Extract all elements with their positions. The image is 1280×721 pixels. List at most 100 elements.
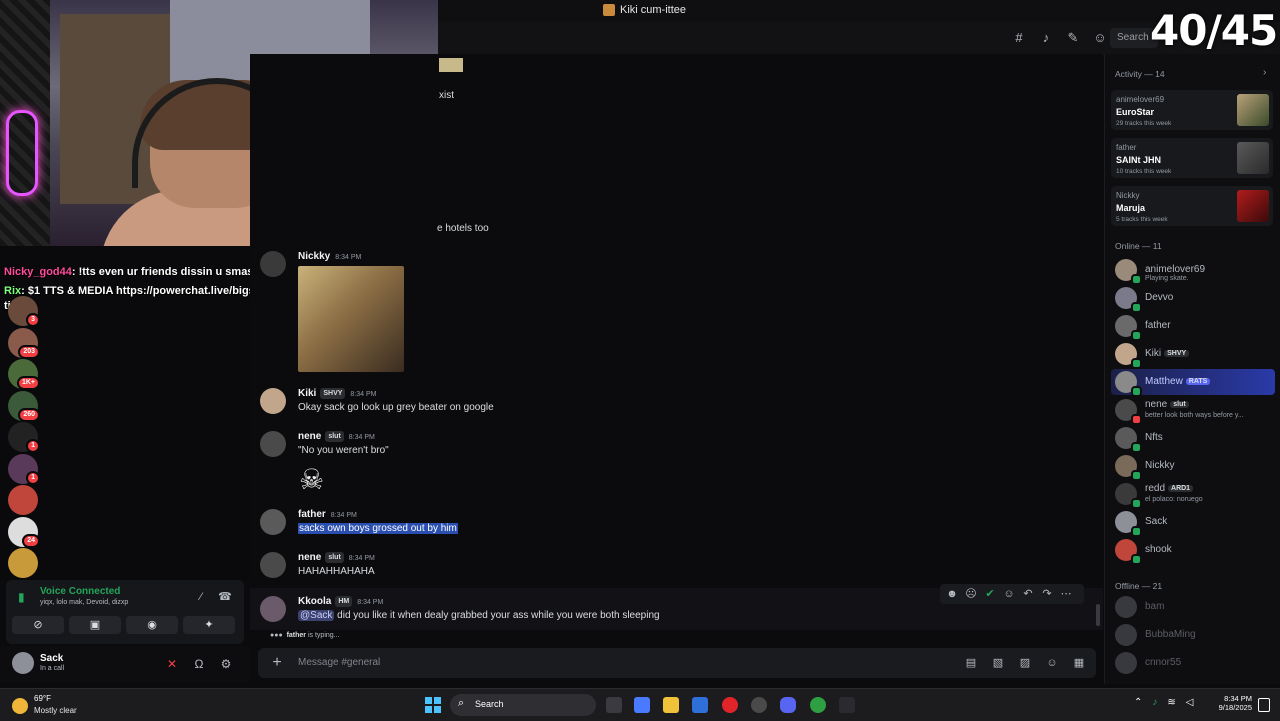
soundboard-button[interactable]: ✦ xyxy=(183,616,235,634)
more-icon[interactable]: ⋯ xyxy=(1058,586,1074,602)
signal-icon[interactable]: ▮ xyxy=(18,590,32,604)
apps-icon[interactable]: ▦ xyxy=(1072,656,1086,670)
user-mention[interactable]: @Sack xyxy=(298,610,335,621)
member-item[interactable]: Devvo xyxy=(1111,285,1275,313)
message-author: Kiki SHVY 8:34 PM xyxy=(298,388,377,399)
emoji-icon[interactable]: ☺ xyxy=(1045,656,1059,670)
member-item[interactable]: nene slut better look both ways before y..… xyxy=(1111,397,1275,425)
gear-icon[interactable]: ⚙ xyxy=(218,656,234,672)
disconnect-icon[interactable]: ☎ xyxy=(218,590,232,604)
message-author: Nickky 8:34 PM xyxy=(298,251,362,262)
xbox-icon[interactable] xyxy=(810,697,826,713)
start-button[interactable] xyxy=(425,697,441,713)
file-explorer-icon[interactable] xyxy=(663,697,679,713)
app-icon[interactable] xyxy=(751,697,767,713)
app-icon[interactable] xyxy=(839,697,855,713)
member-item[interactable]: Nickky xyxy=(1111,453,1275,481)
server-icon xyxy=(603,4,615,16)
taskbar-search[interactable]: ⌕ Search xyxy=(450,694,596,716)
threads-icon[interactable]: # xyxy=(1011,30,1027,46)
server-icon[interactable]: 1 xyxy=(8,422,40,453)
server-icon[interactable]: 3 xyxy=(8,296,40,327)
emoji-reaction-icon[interactable]: ☹ xyxy=(963,586,979,602)
microphone-icon[interactable]: ♪ xyxy=(1152,697,1157,708)
activity-button[interactable]: ◉ xyxy=(126,616,178,634)
server-icon[interactable] xyxy=(8,485,38,515)
message-input[interactable]: Message #general xyxy=(298,657,380,668)
member-item[interactable]: redd ARD1 el polaco: noruego xyxy=(1111,481,1275,509)
chevron-right-icon[interactable]: › xyxy=(1263,67,1266,78)
user-name: Sack xyxy=(40,653,64,664)
wifi-icon[interactable]: ≋ xyxy=(1167,697,1175,708)
store-icon[interactable] xyxy=(692,697,708,713)
avatar[interactable] xyxy=(260,552,286,578)
member-item[interactable]: Nfts xyxy=(1111,425,1275,453)
member-item[interactable]: animelover69 Playing skate. xyxy=(1111,257,1275,285)
emoji-reaction-icon[interactable]: ☻ xyxy=(944,586,960,602)
member-item[interactable]: cnnor55 xyxy=(1111,650,1275,676)
bell-icon[interactable]: ♪ xyxy=(1038,30,1054,46)
clock[interactable]: 8:34 PM 9/18/2025 xyxy=(1206,694,1252,712)
gift-icon[interactable]: ▤ xyxy=(964,656,978,670)
sticker-icon[interactable]: ▨ xyxy=(1018,656,1032,670)
forward-icon[interactable]: ↷ xyxy=(1039,586,1055,602)
search-icon: ⌕ xyxy=(458,697,465,709)
album-art xyxy=(1237,142,1269,174)
opera-icon[interactable] xyxy=(722,697,738,713)
image-thumbnail[interactable] xyxy=(439,58,463,72)
activity-card[interactable]: animelover69 EuroStar 29 tracks this wee… xyxy=(1111,90,1273,130)
image-attachment[interactable] xyxy=(298,266,404,372)
avatar[interactable] xyxy=(260,431,286,457)
partial-message: e hotels too xyxy=(437,223,489,234)
message-text: "No you weren't bro" xyxy=(298,445,389,456)
window-title: Kiki cum-ittee xyxy=(603,4,686,16)
add-reaction-icon[interactable]: ☺ xyxy=(1001,586,1017,602)
member-item[interactable]: BubbaMing xyxy=(1111,622,1275,648)
server-icon[interactable]: 1 xyxy=(8,453,40,485)
server-icon[interactable]: 203 xyxy=(8,327,40,359)
check-reaction-icon[interactable]: ✔ xyxy=(982,586,998,602)
notification-icon[interactable] xyxy=(1258,698,1270,712)
avatar[interactable] xyxy=(260,509,286,535)
gif-icon[interactable]: ▧ xyxy=(991,656,1005,670)
camera-off-button[interactable]: ⊘ xyxy=(12,616,64,634)
members-icon[interactable]: ☺ xyxy=(1092,30,1108,46)
neon-sign xyxy=(6,110,38,196)
avatar[interactable] xyxy=(260,251,286,277)
volume-icon[interactable]: ◁ xyxy=(1186,697,1194,708)
headphones-icon[interactable]: Ω xyxy=(191,656,207,672)
avatar[interactable] xyxy=(12,652,34,674)
avatar[interactable] xyxy=(260,596,286,622)
member-item[interactable]: Matthew RATS xyxy=(1111,369,1275,397)
server-icon[interactable]: 260 xyxy=(8,390,40,422)
copilot-icon[interactable] xyxy=(634,697,650,713)
member-item[interactable]: Sack xyxy=(1111,509,1275,537)
avatar[interactable] xyxy=(260,388,286,414)
server-icon[interactable]: 24 xyxy=(8,516,40,548)
system-tray: ⌃ ♪ ≋ ◁ xyxy=(1134,697,1193,708)
member-item[interactable]: bam xyxy=(1111,594,1275,620)
reply-icon[interactable]: ↶ xyxy=(1020,586,1036,602)
activity-card[interactable]: Nickky Maruja 5 tracks this week xyxy=(1111,186,1273,226)
noise-suppression-icon[interactable]: ⁄ xyxy=(194,590,208,604)
chevron-up-icon[interactable]: ⌃ xyxy=(1134,697,1142,708)
skull-emoji: ☠ xyxy=(299,464,325,495)
server-icon[interactable]: 1K+ xyxy=(8,359,40,390)
pin-icon[interactable]: ✎ xyxy=(1065,30,1081,46)
attach-icon[interactable]: + xyxy=(268,654,286,672)
mute-icon[interactable]: ✕ xyxy=(164,656,180,672)
screen-share-button[interactable]: ▣ xyxy=(69,616,121,634)
user-panel: Sack In a call ✕ Ω ⚙ xyxy=(0,646,250,682)
discord-icon[interactable] xyxy=(780,697,796,713)
member-item[interactable]: shook xyxy=(1111,537,1275,565)
server-list: 3 203 1K+ 260 1 1 24 xyxy=(8,296,40,580)
chat-scrollbar[interactable] xyxy=(1096,604,1100,626)
task-view-icon[interactable] xyxy=(606,697,622,713)
member-item[interactable]: father xyxy=(1111,313,1275,341)
message-actions: ☻ ☹ ✔ ☺ ↶ ↷ ⋯ xyxy=(940,584,1084,604)
album-art xyxy=(1237,190,1269,222)
member-item[interactable]: Kiki SHVY xyxy=(1111,341,1275,369)
voice-status: Voice Connected xyxy=(40,586,121,597)
activity-card[interactable]: father SAINt JHN 10 tracks this week xyxy=(1111,138,1273,178)
server-icon[interactable] xyxy=(8,548,38,578)
